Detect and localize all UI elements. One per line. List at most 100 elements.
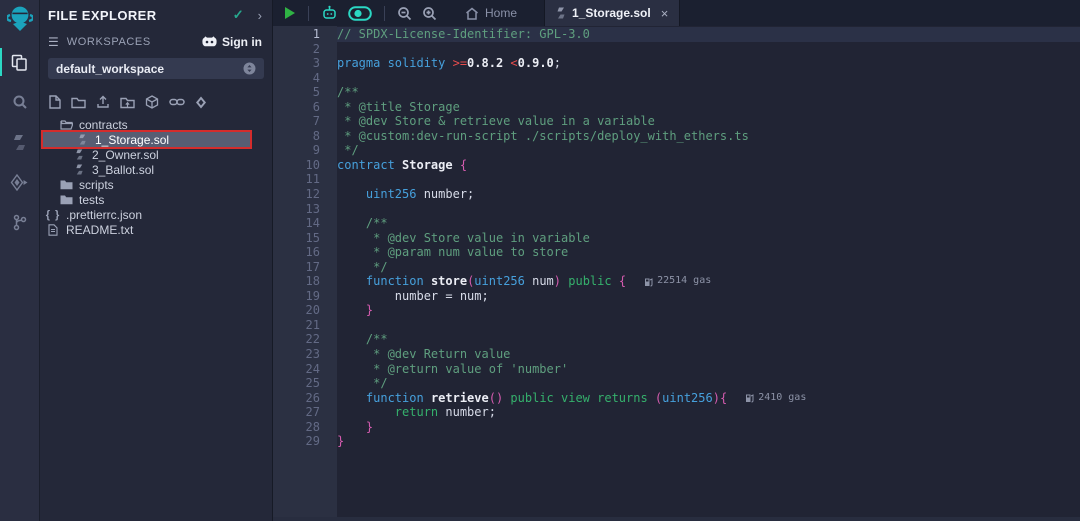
- gas-estimate-badge: 2410 gas: [745, 391, 806, 406]
- sidebar-item-search[interactable]: [0, 82, 40, 122]
- code-line: 13: [273, 202, 1080, 217]
- toggle-on-icon: [348, 6, 372, 21]
- line-content: */: [337, 260, 1080, 275]
- code-line: 11: [273, 172, 1080, 187]
- line-number: 26: [273, 391, 337, 406]
- line-number: 10: [273, 158, 337, 173]
- line-number: 15: [273, 231, 337, 246]
- ai-toggle-switch[interactable]: [343, 6, 377, 21]
- line-number: 12: [273, 187, 337, 202]
- code-line: 26 function retrieve() public view retur…: [273, 391, 1080, 406]
- tree-item-tests[interactable]: tests: [40, 192, 272, 207]
- sidebar-item-deploy-run[interactable]: [0, 162, 40, 202]
- line-content: function store(uint256 num) public {2251…: [337, 274, 1080, 289]
- line-content: */: [337, 143, 1080, 158]
- line-content: return number;: [337, 405, 1080, 420]
- line-content: }: [337, 434, 1080, 449]
- tab-home[interactable]: Home: [454, 0, 528, 26]
- solidity-compiler-icon: [12, 134, 27, 151]
- ipfs-icon[interactable]: [145, 95, 159, 109]
- new-file-icon[interactable]: [49, 95, 61, 109]
- code-line: 18 function store(uint256 num) public {2…: [273, 274, 1080, 289]
- separator: [384, 6, 385, 21]
- terminal-resize-handle[interactable]: [273, 517, 1080, 521]
- code-editor[interactable]: 1 // SPDX-License-Identifier: GPL-3.0 2 …: [273, 26, 1080, 521]
- accept-check-icon[interactable]: ✓: [233, 7, 244, 23]
- line-content: /**: [337, 85, 1080, 100]
- line-content: number = num;: [337, 289, 1080, 304]
- tree-item-contracts[interactable]: contracts: [40, 117, 272, 132]
- line-content: * @dev Store value in variable: [337, 231, 1080, 246]
- collapse-chevron-icon[interactable]: ›: [258, 8, 262, 23]
- tab-1-storage-sol[interactable]: 1_Storage.sol ×: [544, 0, 680, 26]
- run-script-button[interactable]: [278, 6, 301, 20]
- tree-item-readme-txt[interactable]: README.txt: [40, 222, 272, 237]
- sidebar-item-git[interactable]: [0, 202, 40, 242]
- code-line: 19 number = num;: [273, 289, 1080, 304]
- code-line: 20 }: [273, 303, 1080, 318]
- line-content: [337, 71, 1080, 86]
- line-content: [337, 172, 1080, 187]
- close-tab-icon[interactable]: ×: [661, 6, 669, 21]
- line-number: 29: [273, 434, 337, 449]
- line-number: 19: [273, 289, 337, 304]
- solidity-file-icon: [72, 149, 86, 160]
- sidebar-item-solidity-compiler[interactable]: [0, 122, 40, 162]
- line-number: 22: [273, 332, 337, 347]
- workspace-select-value: default_workspace: [56, 62, 243, 76]
- line-content: uint256 number;: [337, 187, 1080, 202]
- line-content: * @dev Return value: [337, 347, 1080, 362]
- line-content: contract Storage {: [337, 158, 1080, 173]
- line-content: * @return value of 'number': [337, 362, 1080, 377]
- workspace-select[interactable]: default_workspace: [48, 58, 264, 79]
- code-lines: 1 // SPDX-License-Identifier: GPL-3.0 2 …: [273, 26, 1080, 449]
- line-content: pragma solidity >=0.8.2 <0.9.0;: [337, 56, 1080, 71]
- workspace-menu-icon[interactable]: ☰: [48, 35, 59, 49]
- folder-icon: [59, 179, 73, 190]
- git-icon: [12, 214, 28, 231]
- upload-folder-icon[interactable]: [120, 96, 135, 109]
- gas-estimate-badge: 22514 gas: [644, 274, 711, 289]
- line-number: 1: [273, 27, 337, 42]
- upload-file-icon[interactable]: [96, 95, 110, 109]
- ai-assistant-icon: [321, 5, 338, 21]
- line-content: function retrieve() public view returns …: [337, 391, 1080, 406]
- code-line: 5 /**: [273, 85, 1080, 100]
- tree-item-scripts[interactable]: scripts: [40, 177, 272, 192]
- code-line: 12 uint256 number;: [273, 187, 1080, 202]
- code-line: 9 */: [273, 143, 1080, 158]
- zoom-out-icon: [397, 6, 412, 21]
- code-line: 23 * @dev Return value: [273, 347, 1080, 362]
- line-number: 7: [273, 114, 337, 129]
- json-icon: { }: [46, 209, 60, 221]
- code-line: 27 return number;: [273, 405, 1080, 420]
- code-line: 3 pragma solidity >=0.8.2 <0.9.0;: [273, 56, 1080, 71]
- new-folder-icon[interactable]: [71, 96, 86, 109]
- github-signin-button[interactable]: Sign in: [202, 35, 262, 49]
- tree-item-2-owner-sol[interactable]: 2_Owner.sol: [40, 147, 272, 162]
- zoom-in-button[interactable]: [417, 6, 442, 21]
- sidebar-item-file-explorer[interactable]: [0, 42, 40, 82]
- ai-assistant-button[interactable]: [316, 5, 343, 21]
- folder-open-icon: [59, 119, 73, 130]
- code-line: 28 }: [273, 420, 1080, 435]
- solidity-file-icon: [75, 134, 89, 145]
- line-number: 28: [273, 420, 337, 435]
- solidity-import-icon[interactable]: [195, 96, 207, 109]
- zoom-in-icon: [422, 6, 437, 21]
- code-line: 7 * @dev Store & retrieve value in a var…: [273, 114, 1080, 129]
- code-line: 14 /**: [273, 216, 1080, 231]
- code-line: 15 * @dev Store value in variable: [273, 231, 1080, 246]
- tree-item-1-storage-sol-annotated[interactable]: 1_Storage.sol: [43, 132, 250, 147]
- zoom-out-button[interactable]: [392, 6, 417, 21]
- line-content: * @dev Store & retrieve value in a varia…: [337, 114, 1080, 129]
- code-line: 16 * @param num value to store: [273, 245, 1080, 260]
- link-icon[interactable]: [169, 96, 185, 108]
- tree-item--prettierrc-json[interactable]: { }.prettierrc.json: [40, 207, 272, 222]
- remix-logo[interactable]: [0, 0, 40, 38]
- file-tree: contracts 1_Storage.sol 2_Owner.sol 3_Ba…: [40, 117, 272, 237]
- file-explorer-toolbar: [40, 87, 272, 115]
- code-line: 4: [273, 71, 1080, 86]
- remix-ide-window: FILE EXPLORER ✓ › ☰ WORKSPACES Sign in d…: [0, 0, 1080, 521]
- tree-item-3-ballot-sol[interactable]: 3_Ballot.sol: [40, 162, 272, 177]
